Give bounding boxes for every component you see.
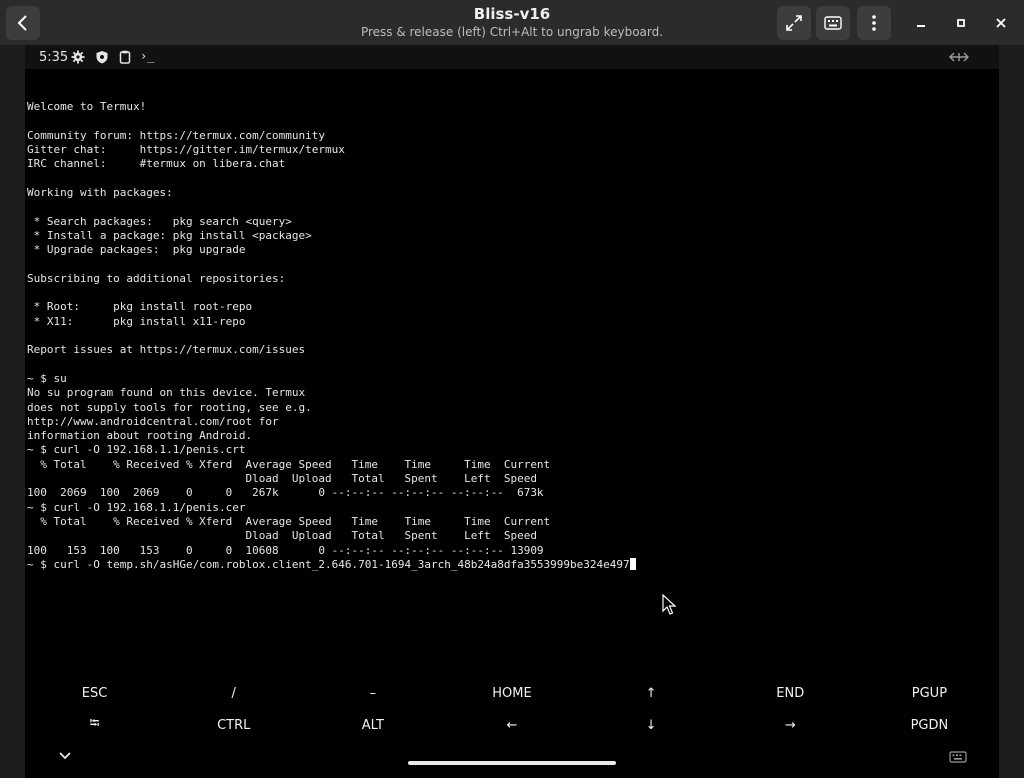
back-button[interactable] <box>6 6 40 40</box>
settings-gear-icon <box>71 50 85 64</box>
android-nav-bar <box>25 747 999 778</box>
extra-key-row2-5[interactable]: → <box>721 711 860 739</box>
maximize-icon <box>957 19 965 27</box>
terminal-prompt-icon: ›_ <box>140 49 155 63</box>
terminal-line: Welcome to Termux! <box>27 100 147 114</box>
terminal-line: % Total % Received % Xferd Average Speed… <box>27 514 551 528</box>
minimize-button[interactable] <box>904 6 938 40</box>
terminal-line: No su program found on this device. Term… <box>27 386 306 400</box>
extra-key-row1-2[interactable]: – <box>303 675 442 711</box>
minimize-icon <box>917 25 925 27</box>
terminal-line: * Upgrade packages: pkg upgrade <box>27 243 246 257</box>
window-subtitle: Press & release (left) Ctrl+Alt to ungra… <box>360 25 664 39</box>
extra-key-row1-0[interactable]: ESC <box>25 675 164 711</box>
keyboard-icon <box>824 16 842 30</box>
keyboard-icon[interactable] <box>949 751 967 763</box>
status-time: 5:35 <box>39 50 69 65</box>
mouse-pointer-icon <box>662 594 676 615</box>
fullscreen-button[interactable] <box>777 6 811 40</box>
keyboard-grab-button[interactable] <box>816 6 850 40</box>
expand-icon <box>786 15 802 31</box>
extra-key-row1-4[interactable]: ↑ <box>582 675 721 711</box>
window-titlebar: Bliss-v16 Press & release (left) Ctrl+Al… <box>0 0 1024 45</box>
chevron-left-icon <box>17 15 27 31</box>
terminal-line: IRC channel: #termux on libera.chat <box>27 157 286 171</box>
extra-key-row2-2[interactable]: ALT <box>303 711 442 739</box>
window-title: Bliss-v16 <box>473 5 551 23</box>
terminal-line: * Install a package: pkg install <packag… <box>27 228 312 242</box>
terminal-line: 100 153 100 153 0 0 10608 0 --:--:-- --:… <box>27 543 544 557</box>
extra-key-row1-1[interactable]: / <box>164 675 303 711</box>
terminal-line: ~ $ curl -O 192.168.1.1/penis.crt <box>27 443 246 457</box>
extra-keys-bar: ESC / – HOME ↑ END PGUP ⭾ CTRL ALT ← ↓ → PGDN <box>25 675 999 747</box>
close-button[interactable] <box>984 6 1018 40</box>
terminal-line: information about rooting Android. <box>27 429 253 443</box>
home-gesture-handle[interactable] <box>408 761 616 765</box>
chevron-down-icon[interactable] <box>58 750 72 762</box>
extra-key-row2-6[interactable]: PGDN <box>860 711 999 739</box>
shield-icon <box>96 51 108 64</box>
terminal-line: * X11: pkg install x11-repo <box>27 314 246 328</box>
maximize-button[interactable] <box>944 6 978 40</box>
terminal-line: Dload Upload Total Spent Left Speed <box>27 472 537 486</box>
terminal-line: Dload Upload Total Spent Left Speed <box>27 529 537 543</box>
extra-key-row1-6[interactable]: PGUP <box>860 675 999 711</box>
terminal-line: does not supply tools for rooting, see e… <box>27 400 312 414</box>
terminal-line: Working with packages: <box>27 186 173 200</box>
extra-key-row1-5[interactable]: END <box>721 675 860 711</box>
more-vertical-icon <box>872 15 876 31</box>
terminal-line: * Search packages: pkg search <query> <box>27 214 292 228</box>
terminal-line: % Total % Received % Xferd Average Speed… <box>27 457 551 471</box>
status-bar: 5:35 ›_ <box>25 45 999 69</box>
extra-key-row2-4[interactable]: ↓ <box>582 711 721 739</box>
terminal-line: Report issues at https://termux.com/issu… <box>27 343 306 357</box>
extra-keys-row-2: ⭾ CTRL ALT ← ↓ → PGDN <box>25 711 999 739</box>
terminal-line: * Root: pkg install root-repo <box>27 300 253 314</box>
current-command: ~ $ curl -O temp.sh/asHGe/com.roblox.cli… <box>27 557 630 571</box>
extra-key-row2-0[interactable]: ⭾ <box>25 711 164 739</box>
menu-button[interactable] <box>857 6 891 40</box>
android-screen: 5:35 ›_ Welcome to Termux! Community for… <box>25 45 999 778</box>
close-icon <box>996 18 1006 28</box>
extra-keys-row-1: ESC / – HOME ↑ END PGUP <box>25 675 999 711</box>
extra-key-row2-1[interactable]: CTRL <box>164 711 303 739</box>
extra-key-row2-3[interactable]: ← <box>442 711 581 739</box>
terminal-line: 100 2069 100 2069 0 0 267k 0 --:--:-- --… <box>27 486 544 500</box>
terminal-line: ~ $ su <box>27 371 67 385</box>
clipboard-icon <box>119 50 131 64</box>
terminal-lines: Welcome to Termux! Community forum: http… <box>27 100 550 556</box>
terminal-line: Community forum: https://termux.com/comm… <box>27 128 326 142</box>
terminal-line: Gitter chat: https://gitter.im/termux/te… <box>27 143 345 157</box>
extra-key-row1-3[interactable]: HOME <box>442 675 581 711</box>
text-cursor <box>629 557 636 570</box>
terminal-output[interactable]: Welcome to Termux! Community forum: http… <box>27 86 987 572</box>
terminal-line: http://www.androidcentral.com/root for <box>27 414 279 428</box>
terminal-line: ~ $ curl -O 192.168.1.1/penis.cer <box>27 500 246 514</box>
screen-resize-icon <box>949 52 969 62</box>
terminal-line: Subscribing to additional repositories: <box>27 271 286 285</box>
